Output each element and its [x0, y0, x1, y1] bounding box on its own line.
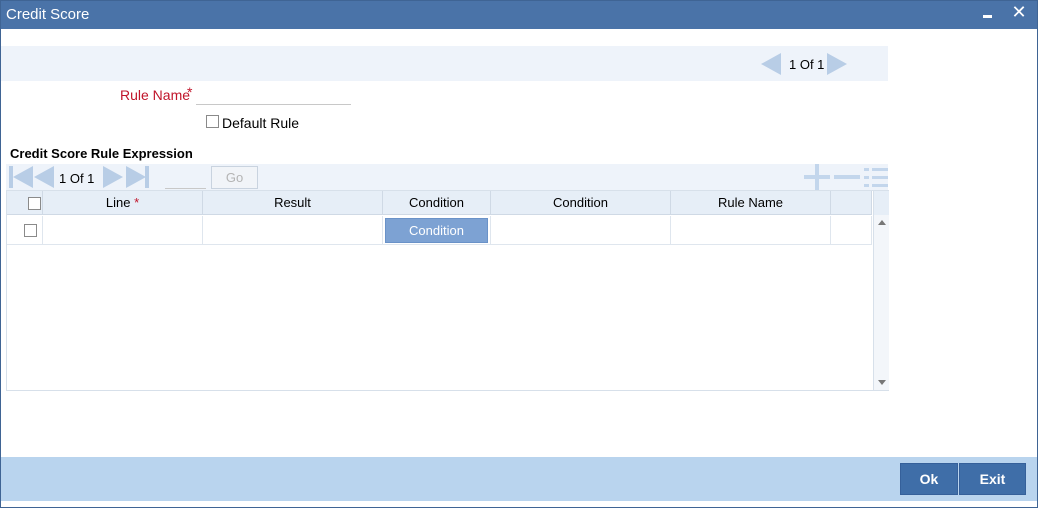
header-select-cell: [7, 191, 43, 215]
section-title: Credit Score Rule Expression: [10, 146, 193, 161]
column-header-line[interactable]: Line *: [43, 191, 203, 215]
rule-name-cell[interactable]: [671, 216, 831, 245]
exit-button[interactable]: Exit: [959, 463, 1026, 495]
row-checkbox[interactable]: [24, 224, 37, 237]
column-header-result[interactable]: Result: [203, 191, 383, 215]
single-view-icon[interactable]: [864, 166, 888, 188]
grid-toolbar: 1 Of 1 Go: [6, 164, 888, 190]
next-record-icon[interactable]: [827, 53, 847, 75]
line-cell[interactable]: [43, 216, 203, 245]
delete-row-icon[interactable]: [834, 175, 860, 179]
column-header-condition[interactable]: Condition: [491, 191, 671, 215]
column-header-condition-button[interactable]: Condition: [383, 191, 491, 215]
rule-name-label: Rule Name: [120, 87, 191, 103]
scroll-down-icon[interactable]: [878, 380, 886, 385]
window-title: Credit Score: [6, 6, 90, 23]
previous-record-icon[interactable]: [761, 53, 781, 75]
scroll-up-icon[interactable]: [878, 220, 886, 225]
last-page-icon[interactable]: [126, 166, 146, 188]
scrollbar-header-cap: [874, 191, 889, 215]
condition-cell[interactable]: [491, 216, 671, 245]
column-header-filler: [831, 191, 872, 215]
ok-button[interactable]: Ok: [900, 463, 958, 495]
default-rule-label: Default Rule: [222, 115, 300, 131]
result-cell[interactable]: [203, 216, 383, 245]
grid-header-row: Line * Result Condition Condition Rule N…: [7, 191, 872, 215]
footer-bar: Ok Exit: [1, 457, 1037, 501]
goto-page-input[interactable]: [165, 167, 206, 189]
next-page-icon[interactable]: [103, 166, 123, 188]
last-page-bar-icon: [145, 166, 149, 188]
go-button[interactable]: Go: [211, 166, 258, 189]
title-bar: Credit Score ✕: [1, 1, 1037, 29]
record-page-indicator: 1 Of 1: [789, 57, 825, 72]
rule-expression-grid: Line * Result Condition Condition Rule N…: [6, 190, 889, 391]
vertical-scrollbar[interactable]: [873, 191, 889, 390]
select-all-checkbox[interactable]: [28, 197, 41, 210]
required-asterisk: *: [187, 84, 193, 100]
record-navigation-bar: 1 Of 1: [1, 46, 888, 81]
filler-cell: [831, 216, 872, 245]
previous-page-icon[interactable]: [34, 166, 54, 188]
credit-score-window: Credit Score ✕ 1 Of 1 Rule Name * Defaul…: [0, 0, 1038, 508]
grid-page-indicator: 1 Of 1: [59, 171, 95, 186]
column-header-rule-name[interactable]: Rule Name: [671, 191, 831, 215]
required-asterisk: *: [134, 195, 140, 210]
default-rule-checkbox[interactable]: [206, 115, 219, 128]
close-icon[interactable]: ✕: [1009, 1, 1029, 23]
rule-name-input[interactable]: [196, 85, 351, 105]
row-select-cell: [7, 216, 43, 245]
column-header-line-label: Line: [105, 195, 131, 210]
minimize-icon[interactable]: [981, 3, 995, 25]
first-page-icon[interactable]: [13, 166, 33, 188]
condition-button[interactable]: Condition: [385, 218, 488, 243]
